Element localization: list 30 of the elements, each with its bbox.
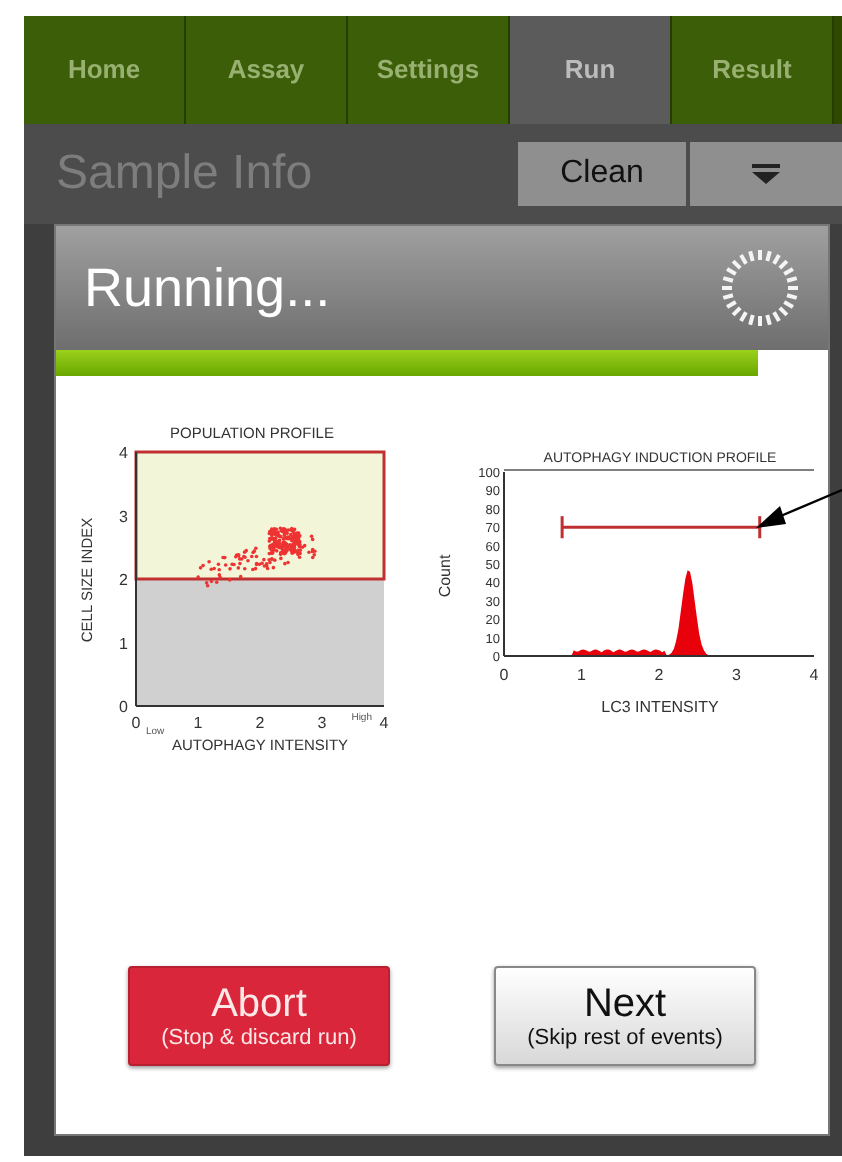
loading-spinner-icon: [720, 248, 800, 328]
dropdown-button[interactable]: [690, 142, 842, 206]
x-tick-label: 1: [577, 666, 586, 684]
x-tick-label: 1: [193, 714, 203, 732]
x-tick-label: 4: [809, 666, 819, 684]
nav-tab[interactable]: Home: [24, 16, 186, 124]
annotation-arrow: [752, 486, 842, 534]
x-tick-label: 3: [317, 714, 327, 732]
x-axis-label: LC3 INTENSITY: [601, 698, 719, 716]
y-tick-label: 4: [119, 444, 128, 462]
x-tick-label: 0: [131, 714, 141, 732]
dialog-title: Running...: [84, 255, 333, 322]
nav-tab[interactable]: Assay: [186, 16, 348, 124]
x-tick-label: 3: [732, 666, 741, 684]
x-tick-label: 2: [654, 666, 664, 684]
x-tick-label: 0: [499, 666, 509, 684]
y-tick-label: 3: [119, 507, 128, 526]
x-tick-label: 2: [255, 714, 265, 732]
x-tick-label: 4: [379, 714, 389, 732]
clean-button[interactable]: Clean: [518, 142, 686, 206]
y-tick-label: 2: [119, 571, 128, 589]
dropdown-icon: [750, 164, 782, 184]
nav-tab[interactable]: Run: [510, 16, 672, 124]
y-tick-label: 0: [119, 698, 128, 716]
y-tick-label: 1: [119, 634, 128, 653]
nav-tab[interactable]: Settings: [348, 16, 510, 124]
y-axis-label: Count: [436, 554, 454, 598]
dialog-button[interactable]: Abort (Stop & discard run): [128, 966, 390, 1066]
dialog-button[interactable]: Next (Skip rest of events): [494, 966, 756, 1066]
nav-tab[interactable]: Result: [672, 16, 834, 124]
